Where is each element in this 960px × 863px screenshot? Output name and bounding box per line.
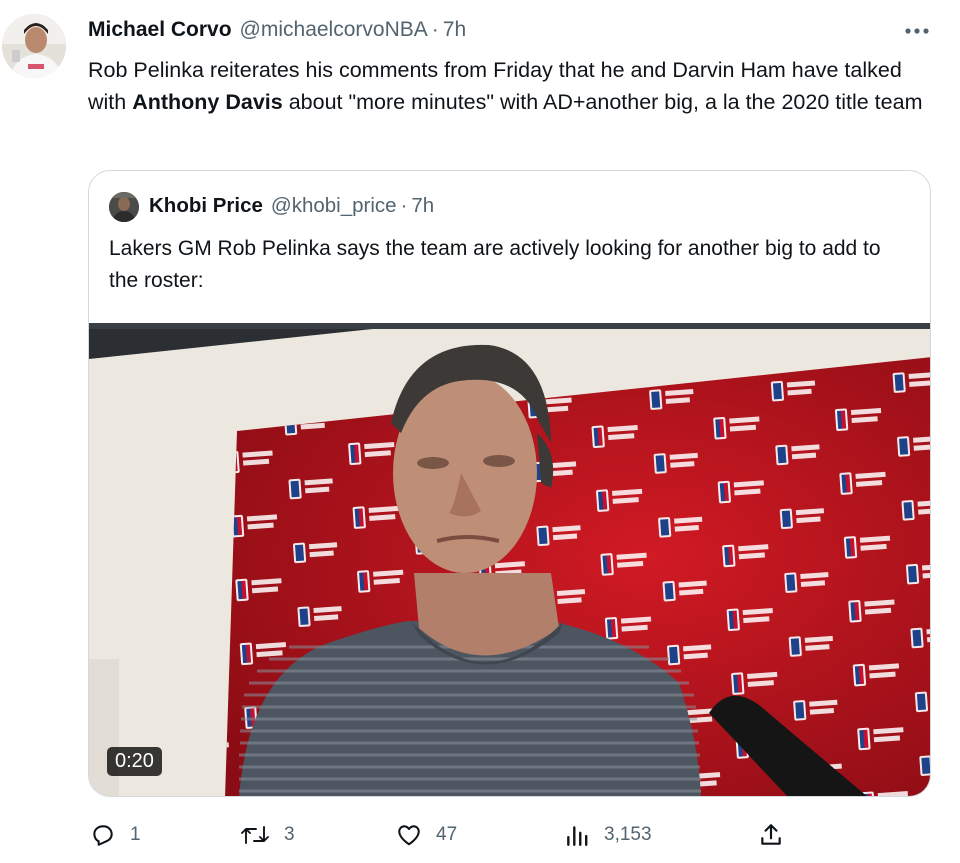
retweet-count: 3 xyxy=(284,824,295,845)
share-icon xyxy=(761,824,781,845)
more-horizontal-icon xyxy=(905,28,929,34)
like-icon xyxy=(398,825,420,846)
retweet-button[interactable]: 3 xyxy=(240,818,295,852)
tweet-text-part2: about "more minutes" with AD+another big… xyxy=(282,90,923,114)
reply-button[interactable]: 1 xyxy=(90,818,141,852)
author-name[interactable]: Michael Corvo xyxy=(88,18,232,42)
tweet-timestamp[interactable]: 7h xyxy=(443,18,466,42)
more-options-button[interactable] xyxy=(900,14,934,48)
quote-timestamp[interactable]: 7h xyxy=(411,194,434,218)
author-avatar[interactable] xyxy=(2,14,66,78)
reply-icon xyxy=(93,825,113,846)
video-player[interactable]: 0:20 xyxy=(89,323,930,796)
quote-header-separator: · xyxy=(400,194,408,217)
share-button[interactable] xyxy=(758,818,784,852)
views-icon xyxy=(567,826,588,846)
author-avatar-image xyxy=(2,14,66,78)
quote-author-avatar-image xyxy=(109,192,139,222)
retweet-icon xyxy=(241,826,269,844)
views-button[interactable]: 3,153 xyxy=(564,818,652,852)
tweet-text: Rob Pelinka reiterates his comments from… xyxy=(88,54,928,118)
header-separator: · xyxy=(431,18,439,41)
video-thumbnail xyxy=(89,323,930,796)
mention-anthony-davis: Anthony Davis xyxy=(132,90,283,114)
quote-author-avatar[interactable] xyxy=(109,192,139,222)
views-count: 3,153 xyxy=(604,824,652,845)
reply-count: 1 xyxy=(130,824,141,845)
like-count: 47 xyxy=(436,824,458,845)
quote-author-handle[interactable]: @khobi_price xyxy=(271,194,397,218)
video-duration-badge: 0:20 xyxy=(107,747,162,776)
like-button[interactable]: 47 xyxy=(396,818,457,852)
tweet-actions: 1 3 47 3,153 xyxy=(88,818,788,852)
quote-author-name[interactable]: Khobi Price xyxy=(149,194,263,218)
tweet: Michael Corvo @michaelcorvoNBA · 7h Rob … xyxy=(0,0,960,863)
quoted-tweet[interactable]: Khobi Price @khobi_price · 7h Lakers GM … xyxy=(88,170,931,797)
quote-text: Lakers GM Rob Pelinka says the team are … xyxy=(109,237,881,292)
quote-header: Khobi Price @khobi_price · 7h xyxy=(149,194,434,218)
tweet-header: Michael Corvo @michaelcorvoNBA · 7h xyxy=(88,18,466,48)
author-handle[interactable]: @michaelcorvoNBA xyxy=(240,18,428,42)
